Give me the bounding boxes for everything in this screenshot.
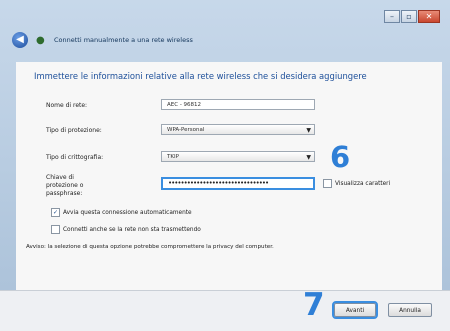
window-controls: – ▫ ✕ (383, 10, 440, 23)
auto-connect-checkbox[interactable]: ✓ (51, 208, 60, 217)
privacy-warning: Avviso: la selezione di questa opzione p… (26, 244, 274, 250)
security-type-value: WPA-Personal (167, 127, 205, 133)
connect-hidden-label: Connetti anche se la rete non sta trasme… (63, 226, 201, 233)
chevron-down-icon: ▼ (306, 154, 311, 161)
show-characters-label: Visualizza caratteri (335, 180, 391, 187)
security-type-select[interactable]: WPA-Personal ▼ (161, 124, 315, 135)
security-key-input[interactable]: •••••••••••••••••••••••••••••••• (161, 177, 315, 190)
security-key-label: Chiave di protezione o passphrase: (46, 174, 84, 197)
security-type-label: Tipo di protezione: (46, 127, 102, 134)
network-name-label: Nome di rete: (46, 102, 88, 109)
chevron-down-icon: ▼ (306, 127, 311, 134)
title-bar: – ▫ ✕ ◀ ● Connetti manualmente a una ret… (0, 0, 450, 62)
wizard-window: – ▫ ✕ ◀ ● Connetti manualmente a una ret… (0, 0, 450, 331)
encryption-type-label: Tipo di crittografia: (46, 154, 104, 161)
back-arrow-icon[interactable]: ◀ (12, 32, 28, 48)
network-icon: ● (36, 35, 45, 46)
page-heading: Immettere le informazioni relative alla … (34, 71, 367, 81)
auto-connect-label: Avvia questa connessione automaticamente (63, 209, 192, 216)
encryption-type-select[interactable]: TKIP ▼ (161, 151, 315, 162)
content-panel: Immettere le informazioni relative alla … (16, 62, 442, 290)
auto-connect-row[interactable]: ✓ Avvia questa connessione automaticamen… (51, 208, 192, 217)
network-name-input[interactable]: AEC - 96812 (161, 99, 315, 110)
encryption-type-value: TKIP (167, 154, 179, 160)
cancel-button[interactable]: Annulla (388, 303, 432, 317)
minimize-button[interactable]: – (384, 10, 400, 23)
show-characters-checkbox[interactable] (323, 179, 332, 188)
connect-hidden-checkbox[interactable] (51, 225, 60, 234)
close-button[interactable]: ✕ (418, 10, 440, 23)
footer-bar: 7 Avanti Annulla (0, 287, 450, 331)
step-seven-callout: 7 (303, 287, 325, 323)
show-characters-row[interactable]: Visualizza caratteri (323, 179, 390, 188)
maximize-button[interactable]: ▫ (401, 10, 417, 23)
next-button[interactable]: Avanti (332, 301, 378, 319)
connect-hidden-row[interactable]: Connetti anche se la rete non sta trasme… (51, 225, 201, 234)
step-six-callout: 6 (330, 140, 351, 174)
breadcrumb: Connetti manualmente a una rete wireless (54, 36, 193, 44)
